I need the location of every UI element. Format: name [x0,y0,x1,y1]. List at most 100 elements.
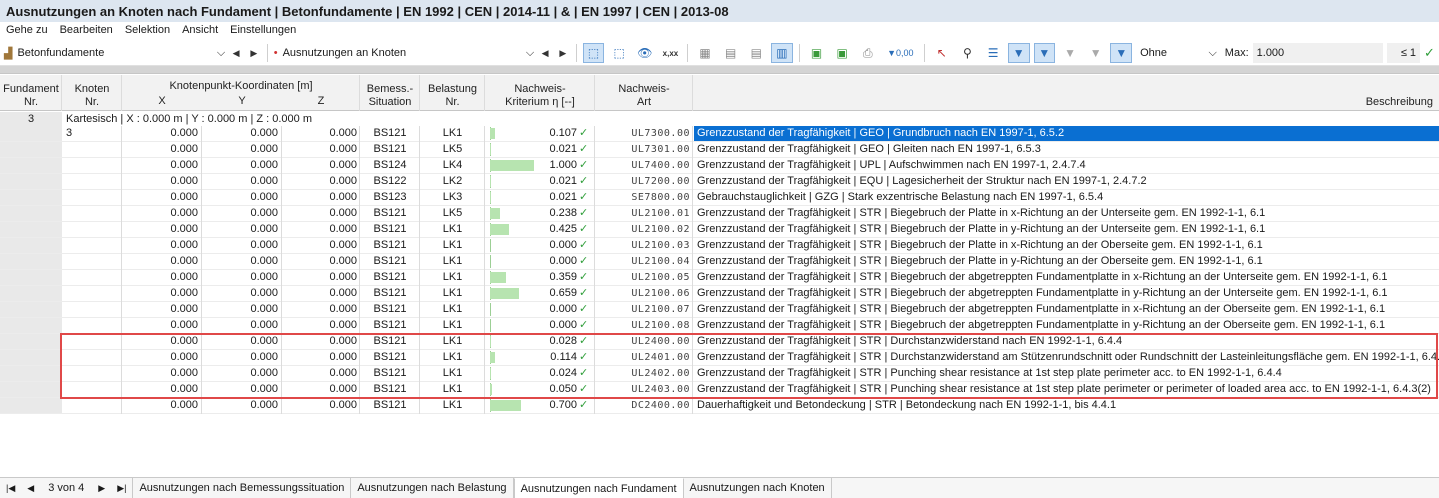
tab-knoten[interactable]: Ausnutzungen nach Knoten [684,478,832,498]
col-belastung-l1: Belastung [428,83,477,95]
table-row[interactable]: 3 0.000 0.000 0.000 BS121 LK1 0.107 ✓ UL7300.00 G… [0,126,1439,142]
menu-settings[interactable]: Einstellungen [230,24,296,40]
column-divider [419,158,420,174]
col-coords-title: Knotenpunkt-Koordinaten [m] [169,80,313,92]
col-kriterium[interactable]: Nachweis- Kriterium η [--] [485,83,595,109]
next-arrow-icon[interactable]: ▶ [247,48,261,59]
table-row[interactable]: 0.000 0.000 0.000 BS124 LK4 1.000 ✓ UL7400.00 Gr… [0,158,1439,174]
column-divider [594,158,595,174]
filter-combo[interactable]: Ohne ⌵ [1140,43,1217,63]
cursor-icon[interactable]: ↖ [931,43,953,63]
col-z[interactable]: Z [282,95,360,108]
cell-art: SE7800.00 [631,192,690,203]
col-fundament[interactable]: Fundament Nr. [0,83,62,109]
cell-lk: LK1 [442,351,463,363]
table-row[interactable]: 0.000 0.000 0.000 BS122 LK2 0.021 ✓ UL7200.00 Gr… [0,174,1439,190]
column-divider [281,206,282,222]
table-row[interactable]: 0.000 0.000 0.000 BS121 LK1 0.000 ✓ UL2100.07 Gr… [0,302,1439,318]
cell-sit: BS121 [373,271,407,283]
select-icon[interactable]: ⬚ [582,43,605,63]
filter-3-icon[interactable]: ▼ [1059,43,1081,63]
view-filter-icon[interactable]: ▣ [806,43,828,63]
filter-value: Ohne [1140,47,1168,59]
import-icon[interactable]: ▤ [746,43,768,63]
table-icon[interactable]: ▦ [694,43,716,63]
menu-view[interactable]: Ansicht [182,24,218,40]
filter-zero-icon[interactable]: ▼ 0,00 [883,43,918,63]
prev-page-icon[interactable]: ◀ [21,483,40,494]
table-row[interactable]: 0.000 0.000 0.000 BS121 LK1 0.000 ✓ UL2100.04 Gr… [0,254,1439,270]
object-type-combo[interactable]: ▟ Betonfundamente ⌵ [4,43,225,63]
table-row[interactable]: 0.000 0.000 0.000 BS121 LK1 0.028 ✓ UL2400.00 Gr… [0,334,1439,350]
view-icon[interactable]: 👁 [634,43,656,63]
menu-selection[interactable]: Selektion [125,24,170,40]
col-knoten[interactable]: Knoten Nr. [62,83,122,109]
table-row[interactable]: 0.000 0.000 0.000 BS121 LK5 0.021 ✓ UL7301.00 Gr… [0,142,1439,158]
cell-eta: 0.050 [549,383,577,395]
table-row[interactable]: 0.000 0.000 0.000 BS121 LK1 0.114 ✓ UL2401.00 Gr… [0,350,1439,366]
column-divider [692,302,693,318]
tab-fundament[interactable]: Ausnutzungen nach Fundament [513,478,684,498]
filter-2-icon[interactable]: ▼ [1033,43,1056,63]
column-divider [359,158,360,174]
column-divider [201,334,202,350]
cell-z: 0.000 [329,191,357,203]
table-row[interactable]: 0.000 0.000 0.000 BS121 LK1 0.000 ✓ UL2100.03 Gr… [0,238,1439,254]
next-page-icon[interactable]: ▶ [92,483,111,494]
table-row[interactable]: 0.000 0.000 0.000 BS121 LK1 0.050 ✓ UL2403.00 Gr… [0,382,1439,398]
result-type-combo[interactable]: • Ausnutzungen an Knoten ⌵ [274,43,535,63]
group-row[interactable]: 3 Kartesisch | X : 0.000 m | Y : 0.000 m… [0,112,1439,126]
search-icon[interactable]: ⚲ [957,43,979,63]
check-icon: ✓ [579,383,589,395]
prev-arrow-icon[interactable]: ◀ [229,48,243,59]
info-list-icon[interactable]: ☰ [982,43,1004,63]
cell-knoten [66,190,118,205]
filter-4-icon[interactable]: ▼ [1085,43,1107,63]
filter-5-icon[interactable]: ▼ [1110,43,1133,63]
table-row[interactable]: 0.000 0.000 0.000 BS121 LK1 0.659 ✓ UL2100.06 Gr… [0,286,1439,302]
first-page-icon[interactable]: |◀ [0,483,21,494]
col-beschreibung[interactable]: Beschreibung [693,96,1433,109]
col-situation[interactable]: Bemess.- Situation [360,83,420,109]
cell-z: 0.000 [329,287,357,299]
tab-bemessungssituation[interactable]: Ausnutzungen nach Bemessungssituation [132,478,352,498]
table-row[interactable]: 0.000 0.000 0.000 BS121 LK1 0.425 ✓ UL2100.02 Gr… [0,222,1439,238]
table-row[interactable]: 0.000 0.000 0.000 BS121 LK1 0.024 ✓ UL2402.00 Gr… [0,366,1439,382]
menu-edit[interactable]: Bearbeiten [60,24,113,40]
view-filter2-icon[interactable]: ▣ [831,43,853,63]
column-divider [201,366,202,382]
table-row[interactable]: 0.000 0.000 0.000 BS121 LK1 0.700 ✓ DC2400.00 Da… [0,398,1439,414]
col-y[interactable]: Y [202,95,282,108]
export-icon[interactable]: ▤ [720,43,742,63]
cell-knoten [66,350,118,365]
next-arrow-icon[interactable]: ▶ [556,48,570,59]
tab-belastung[interactable]: Ausnutzungen nach Belastung [351,478,514,498]
cell-art: UL2100.07 [631,304,690,315]
prev-arrow-icon[interactable]: ◀ [538,48,552,59]
decimal-icon[interactable]: x,xx [660,43,682,63]
apply-check-icon[interactable]: ✓ [1424,45,1435,61]
select-alt-icon[interactable]: ⬚ [608,43,630,63]
cell-z: 0.000 [329,351,357,363]
cell-art: UL7301.00 [631,144,690,155]
table-row[interactable]: 0.000 0.000 0.000 BS121 LK1 0.359 ✓ UL2100.05 Gr… [0,270,1439,286]
table-row[interactable]: 0.000 0.000 0.000 BS123 LK3 0.021 ✓ SE7800.00 Ge… [0,190,1439,206]
col-belastung[interactable]: Belastung Nr. [420,83,485,109]
col-art[interactable]: Nachweis- Art [595,83,693,109]
print-icon[interactable]: ⎙ [857,43,879,63]
menu-goto[interactable]: Gehe zu [6,24,48,40]
column-divider [281,382,282,398]
limit-field[interactable]: ≤ 1 [1386,43,1421,63]
column-divider [594,206,595,222]
col-x[interactable]: X [122,95,202,108]
cell-knoten [66,270,118,285]
max-input[interactable]: 1.000 [1252,43,1383,63]
column-divider [281,238,282,254]
columns-icon[interactable]: ▥ [771,43,793,63]
table-row[interactable]: 0.000 0.000 0.000 BS121 LK5 0.238 ✓ UL2100.01 Gr… [0,206,1439,222]
filter-icon[interactable]: ▼ [1007,43,1030,63]
last-page-icon[interactable]: ▶| [111,483,132,494]
table-row[interactable]: 0.000 0.000 0.000 BS121 LK1 0.000 ✓ UL2100.08 Gr… [0,318,1439,334]
cell-y: 0.000 [250,255,278,267]
column-divider [419,206,420,222]
